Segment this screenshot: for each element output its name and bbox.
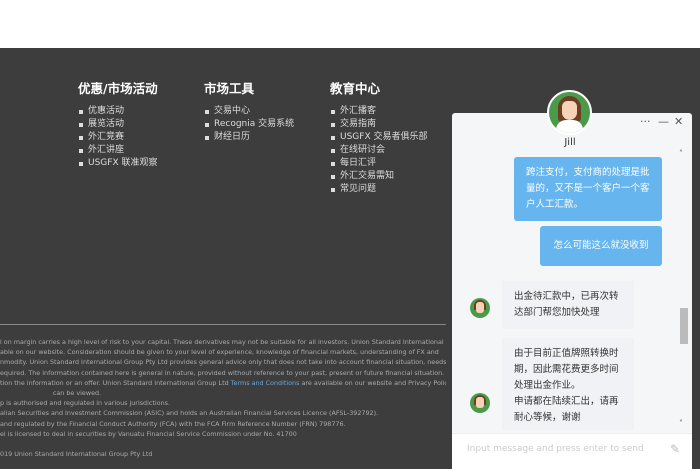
footer-link[interactable]: 交易指南 xyxy=(330,118,427,131)
agent-message: 出金待汇款中，已再次转达部门帮您加快处理 xyxy=(502,281,634,329)
footer-link[interactable]: 在线研讨会 xyxy=(330,144,427,157)
footer-link[interactable]: 常见问题 xyxy=(330,183,427,196)
footer-link[interactable]: 交易中心 xyxy=(204,105,294,118)
footer-column-tools: 市场工具 交易中心 Recognia 交易系统 财经日历 xyxy=(204,78,294,144)
agent-avatar xyxy=(470,298,490,318)
footer-link[interactable]: USGFX 联准观察 xyxy=(78,157,158,170)
chevron-up-icon[interactable]: ˄ xyxy=(679,149,683,158)
footer-link[interactable]: 财经日历 xyxy=(204,131,294,144)
footer-divider xyxy=(0,324,446,325)
agent-name: Jill xyxy=(564,137,576,148)
footer-link[interactable]: 展览活动 xyxy=(78,118,158,131)
agent-avatar xyxy=(470,393,490,413)
footer-link[interactable]: USGFX 交易者俱乐部 xyxy=(330,131,427,144)
footer-link[interactable]: 外汇交易需知 xyxy=(330,170,427,183)
message-input[interactable]: Input message and press enter to send ✎ xyxy=(452,433,692,469)
footer-column-promotions: 优惠/市场活动 优惠活动 展览活动 外汇竞赛 外汇讲座 USGFX 联准观察 xyxy=(78,78,158,170)
footer-column-education: 教育中心 外汇播客 交易指南 USGFX 交易者俱乐部 在线研讨会 每日汇评 外… xyxy=(330,78,427,196)
close-icon[interactable]: ✕ xyxy=(674,115,683,128)
chevron-down-icon[interactable]: ˅ xyxy=(679,419,683,428)
page-header-area xyxy=(0,0,700,48)
chat-scrollbar[interactable] xyxy=(680,308,688,344)
user-message: 跨注支付，支付商的处理是批量的，又不是一个客户一个客户人工汇款。 xyxy=(514,157,662,221)
footer-link[interactable]: 每日汇评 xyxy=(330,157,427,170)
footer-link[interactable]: 优惠活动 xyxy=(78,105,158,118)
agent-avatar-large xyxy=(547,90,592,135)
footer-link[interactable]: Recognia 交易系统 xyxy=(204,118,294,131)
column-title: 优惠/市场活动 xyxy=(78,81,158,96)
column-title: 市场工具 xyxy=(204,81,255,96)
footer-link[interactable]: 外汇讲座 xyxy=(78,144,158,157)
more-icon[interactable]: ··· xyxy=(640,115,651,128)
user-message: 怎么可能这么就没收到 xyxy=(540,226,662,266)
agent-message: 由于目前正值牌照转换时期，因此需花费更多时间处理出金作业。 申请都在陆续汇出，请… xyxy=(502,338,634,430)
footer-link[interactable]: 外汇播客 xyxy=(330,105,427,118)
risk-disclaimer: l on margin carries a high level of risk… xyxy=(0,338,446,459)
paperclip-icon[interactable]: ✎ xyxy=(670,442,680,456)
footer-link[interactable]: 外汇竞赛 xyxy=(78,131,158,144)
minimize-icon[interactable]: — xyxy=(658,115,669,128)
chat-window: Jill ··· — ✕ ˄ 跨注支付，支付商的处理是批量的，又不是一个客户一个… xyxy=(452,113,692,469)
column-title: 教育中心 xyxy=(330,81,381,96)
terms-link[interactable]: Terms and Conditions xyxy=(231,379,300,387)
